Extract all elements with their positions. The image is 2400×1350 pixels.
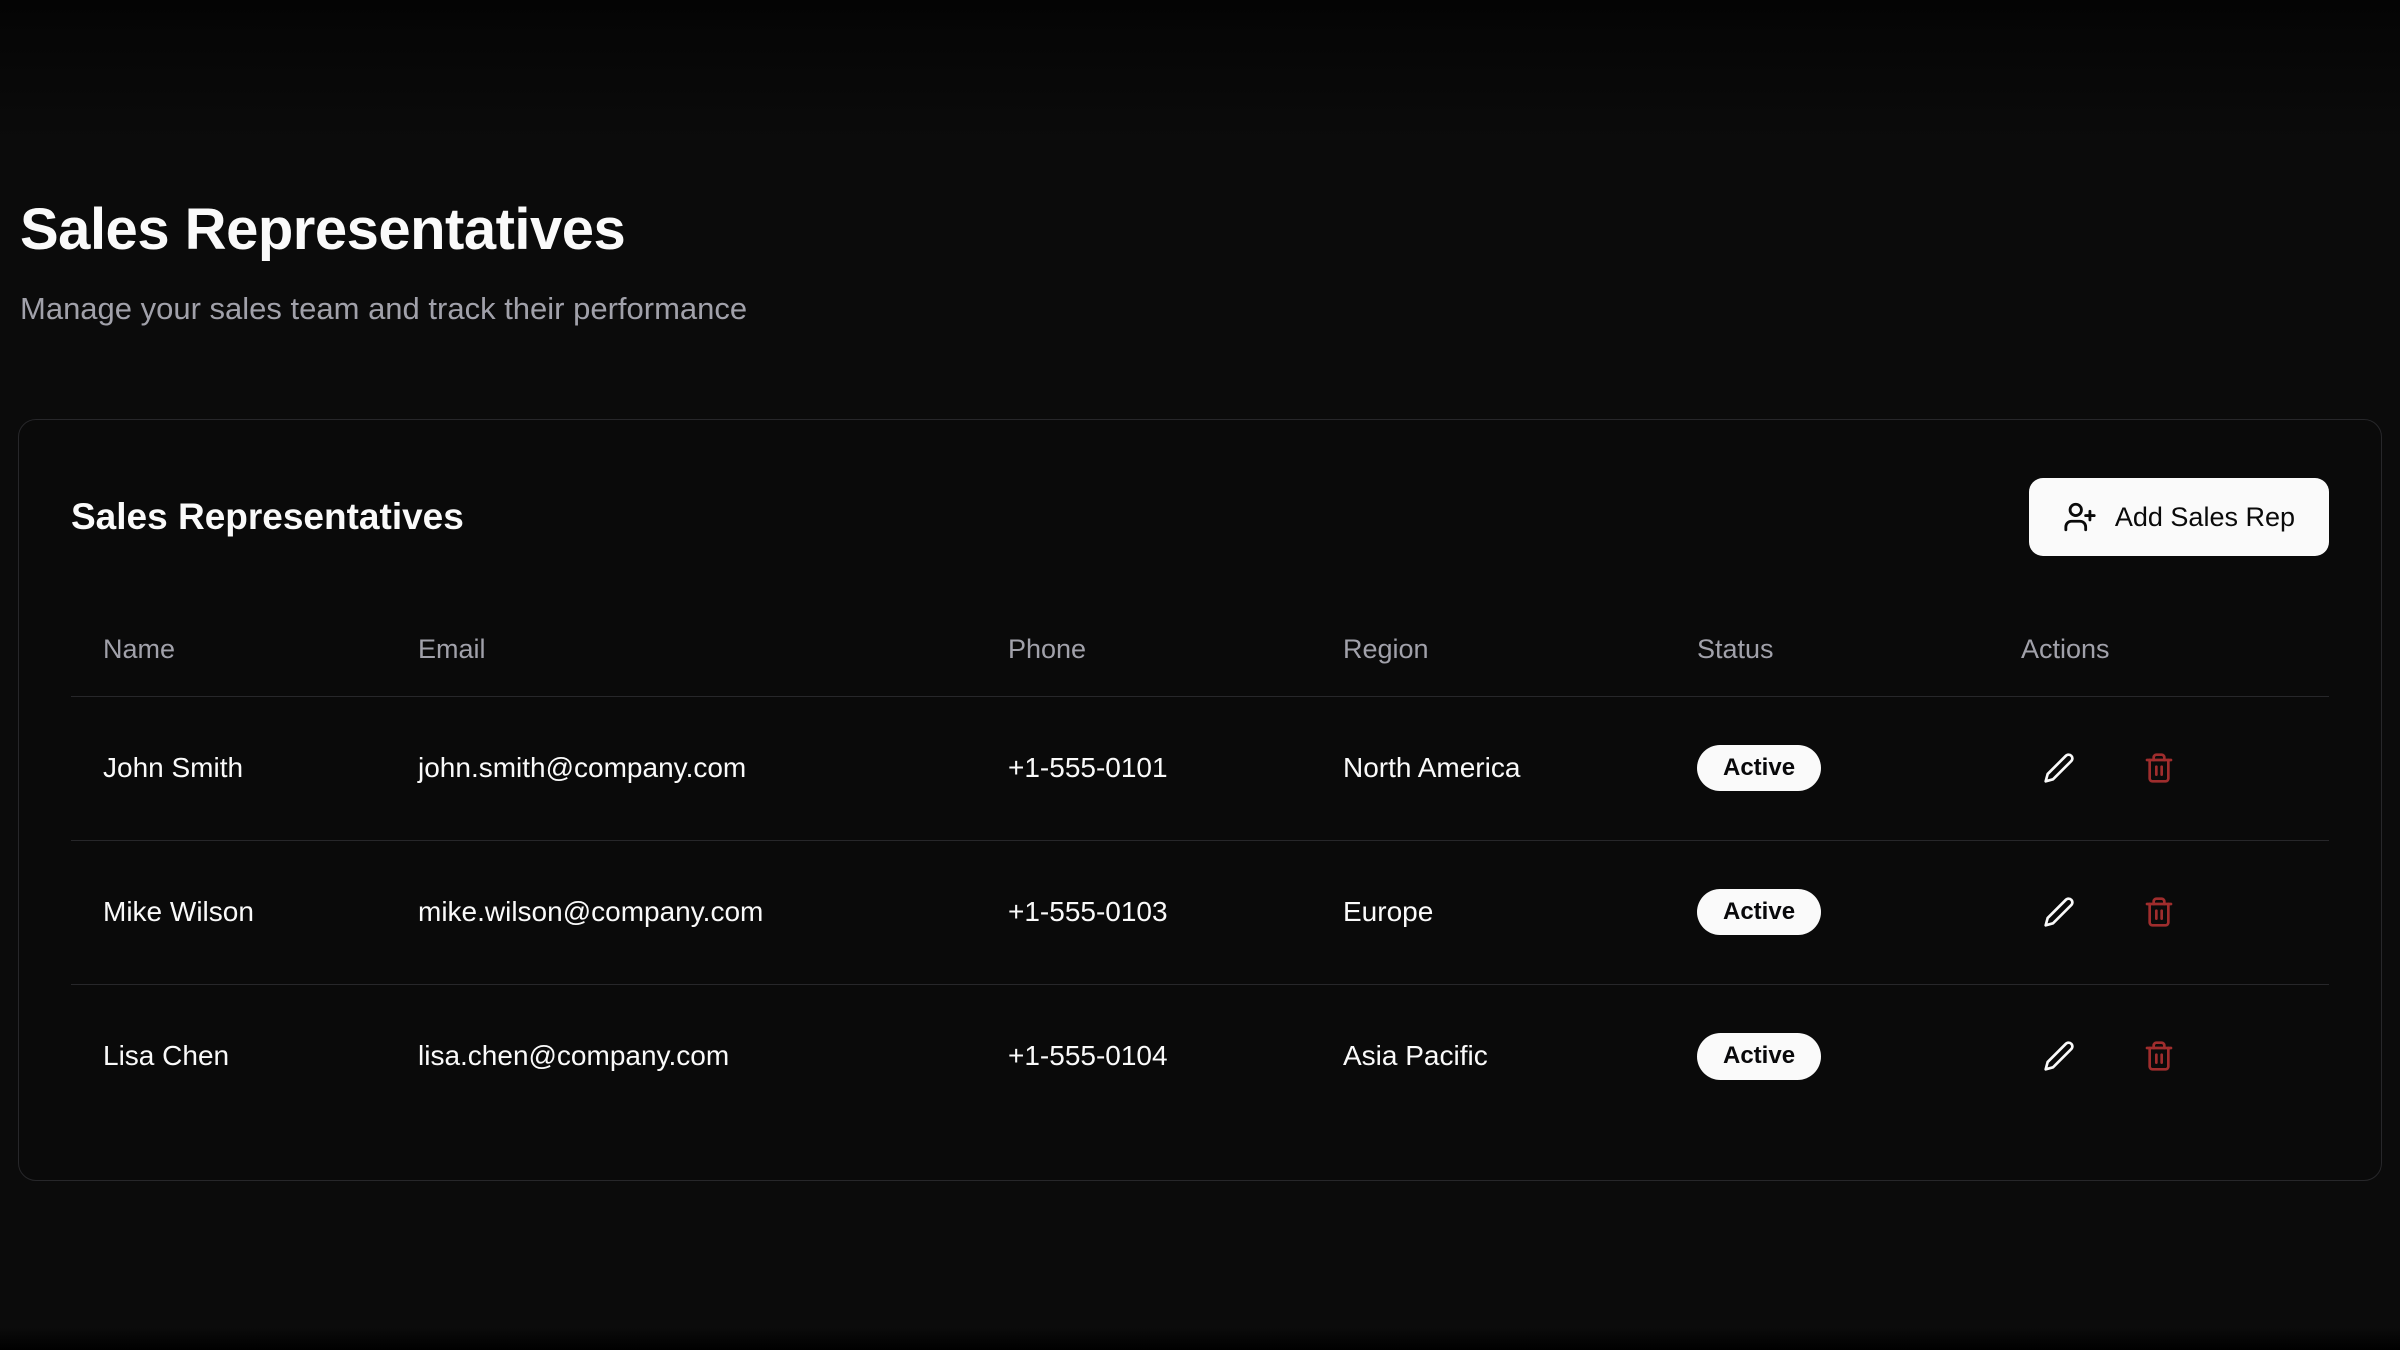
- pencil-icon: [2043, 1040, 2075, 1072]
- rep-email: john.smith@company.com: [386, 696, 976, 840]
- delete-button[interactable]: [2131, 1028, 2187, 1084]
- add-sales-rep-label: Add Sales Rep: [2115, 502, 2295, 533]
- status-badge: Active: [1697, 1033, 1821, 1080]
- rep-name: Mike Wilson: [71, 840, 386, 984]
- rep-email: mike.wilson@company.com: [386, 840, 976, 984]
- card-header: Sales Representatives Add Sales Rep: [71, 478, 2329, 556]
- column-header-region: Region: [1311, 604, 1665, 696]
- edit-button[interactable]: [2031, 884, 2087, 940]
- rep-region: Europe: [1311, 840, 1665, 984]
- delete-button[interactable]: [2131, 740, 2187, 796]
- edit-button[interactable]: [2031, 740, 2087, 796]
- card-title: Sales Representatives: [71, 496, 464, 538]
- page-subtitle: Manage your sales team and track their p…: [20, 291, 2382, 327]
- page-title: Sales Representatives: [20, 196, 2382, 263]
- edit-button[interactable]: [2031, 1028, 2087, 1084]
- page: Sales Representatives Manage your sales …: [0, 0, 2400, 1350]
- column-header-phone: Phone: [976, 604, 1311, 696]
- trash-icon: [2143, 896, 2175, 928]
- add-sales-rep-button[interactable]: Add Sales Rep: [2029, 478, 2329, 556]
- rep-phone: +1-555-0104: [976, 984, 1311, 1128]
- pencil-icon: [2043, 896, 2075, 928]
- pencil-icon: [2043, 752, 2075, 784]
- column-header-email: Email: [386, 604, 976, 696]
- status-badge: Active: [1697, 745, 1821, 792]
- sales-reps-card: Sales Representatives Add Sales Rep: [18, 419, 2382, 1181]
- trash-icon: [2143, 1040, 2175, 1072]
- rep-email: lisa.chen@company.com: [386, 984, 976, 1128]
- table-row: Mike Wilson mike.wilson@company.com +1-5…: [71, 840, 2329, 984]
- rep-phone: +1-555-0103: [976, 840, 1311, 984]
- column-header-actions: Actions: [1989, 604, 2329, 696]
- row-actions: [2021, 740, 2329, 796]
- table-row: John Smith john.smith@company.com +1-555…: [71, 696, 2329, 840]
- rep-name: Lisa Chen: [71, 984, 386, 1128]
- delete-button[interactable]: [2131, 884, 2187, 940]
- user-plus-icon: [2063, 500, 2097, 534]
- column-header-name: Name: [71, 604, 386, 696]
- rep-region: Asia Pacific: [1311, 984, 1665, 1128]
- status-badge: Active: [1697, 889, 1821, 936]
- trash-icon: [2143, 752, 2175, 784]
- row-actions: [2021, 1028, 2329, 1084]
- table-header-row: Name Email Phone Region Status Actions: [71, 604, 2329, 696]
- column-header-status: Status: [1665, 604, 1989, 696]
- rep-region: North America: [1311, 696, 1665, 840]
- row-actions: [2021, 884, 2329, 940]
- table-row: Lisa Chen lisa.chen@company.com +1-555-0…: [71, 984, 2329, 1128]
- rep-name: John Smith: [71, 696, 386, 840]
- sales-reps-table: Name Email Phone Region Status Actions J…: [71, 604, 2329, 1128]
- rep-phone: +1-555-0101: [976, 696, 1311, 840]
